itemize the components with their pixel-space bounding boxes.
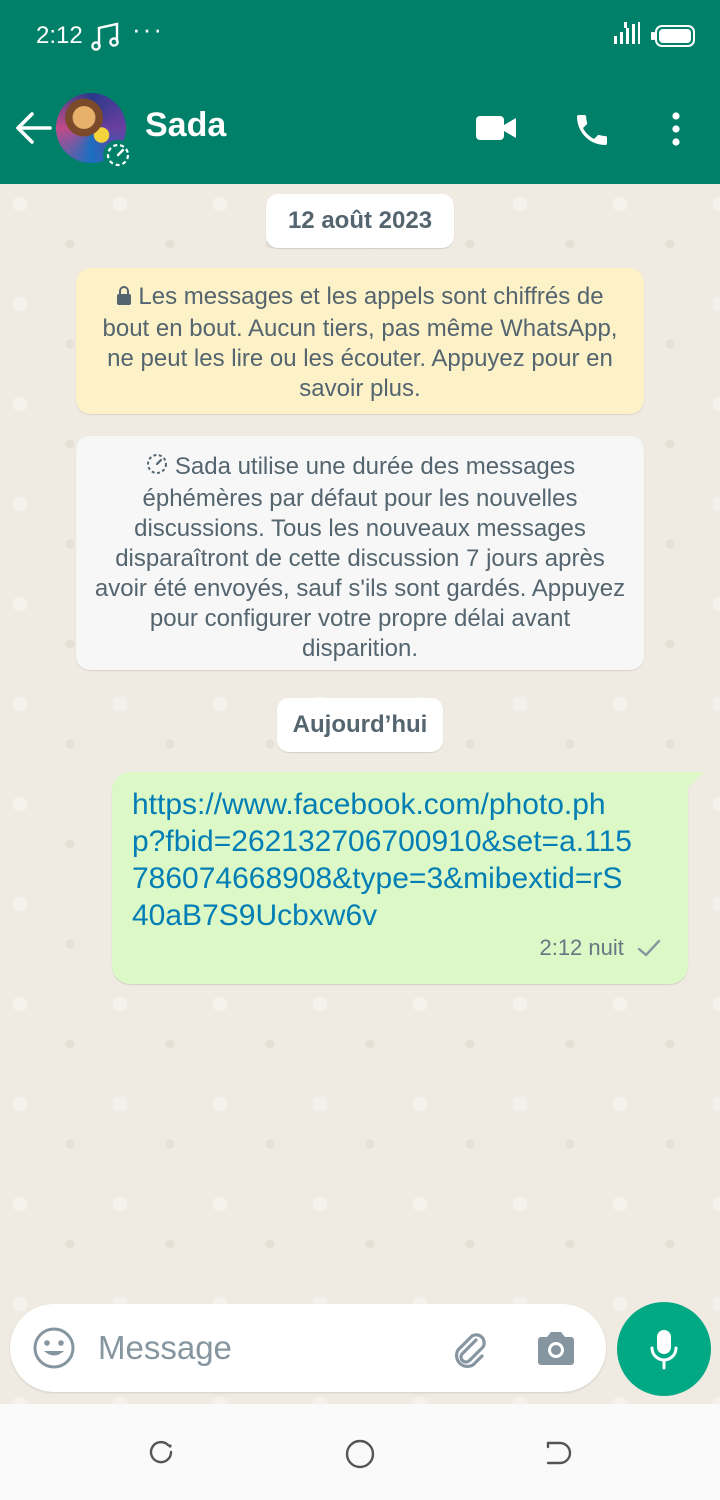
chat-header: 2:12 ··· Sada	[0, 0, 720, 184]
ephemeral-notice-text: Sada utilise une durée des messages éphé…	[94, 453, 626, 662]
back-nav-icon[interactable]	[544, 1438, 574, 1473]
back-button[interactable]	[14, 108, 54, 148]
status-bar: 2:12 ···	[0, 0, 720, 72]
date-chip: 12 août 2023	[266, 194, 454, 248]
more-options-button[interactable]	[664, 110, 688, 155]
disappearing-timer-icon	[103, 140, 133, 170]
recent-apps-icon[interactable]	[146, 1438, 176, 1473]
message-time: 2:12 nuit	[539, 935, 624, 960]
date-chip-today: Aujourd’hui	[277, 698, 443, 752]
attach-icon[interactable]	[446, 1326, 490, 1375]
voice-call-button[interactable]	[572, 110, 612, 155]
music-note-icon	[90, 20, 122, 57]
single-check-icon	[636, 938, 662, 964]
contact-name[interactable]: Sada	[145, 106, 226, 145]
lock-icon	[116, 284, 132, 314]
battery-icon	[650, 25, 696, 52]
message-input[interactable]: Message	[98, 1329, 232, 1367]
home-icon[interactable]	[344, 1438, 376, 1475]
more-vert-icon	[672, 112, 680, 146]
voice-record-button[interactable]	[617, 1302, 711, 1396]
ephemeral-notice[interactable]: Sada utilise une durée des messages éphé…	[76, 436, 644, 670]
video-call-button[interactable]	[474, 112, 518, 149]
status-time: 2:12	[36, 22, 83, 49]
system-nav-bar	[0, 1404, 720, 1500]
chat-area[interactable]: 12 août 2023 Les messages et les appels …	[0, 184, 720, 1404]
microphone-icon	[650, 1330, 678, 1370]
notification-dots: ···	[132, 14, 164, 44]
arrow-left-icon	[16, 112, 52, 144]
message-input-bar[interactable]: Message	[10, 1304, 606, 1392]
disappearing-messages-icon	[145, 452, 169, 484]
video-camera-icon	[476, 116, 516, 140]
message-meta: 2:12 nuit	[539, 935, 662, 964]
signal-icon	[612, 20, 642, 53]
message-link[interactable]: https://www.facebook.com/photo.php?fbid=…	[132, 786, 632, 934]
encryption-notice[interactable]: Les messages et les appels sont chiffrés…	[76, 268, 644, 414]
outgoing-message[interactable]: https://www.facebook.com/photo.php?fbid=…	[112, 772, 704, 984]
phone-icon	[577, 115, 607, 145]
encryption-notice-text: Les messages et les appels sont chiffrés…	[102, 283, 618, 402]
camera-icon[interactable]	[534, 1328, 578, 1373]
bubble-tail	[686, 772, 704, 790]
emoji-icon[interactable]	[32, 1326, 76, 1375]
